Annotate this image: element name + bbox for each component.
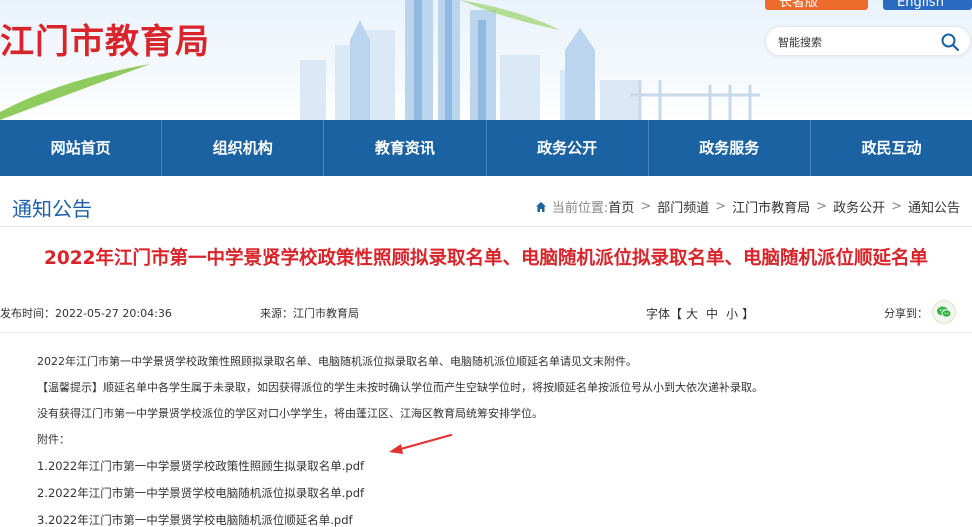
attachments-label: 附件： — [37, 433, 70, 446]
font-size-medium[interactable]: 中 — [706, 307, 718, 321]
red-arrow-annotation — [389, 433, 453, 454]
nav-item-government-affairs[interactable]: 政务公开 — [487, 120, 649, 176]
search-icon — [941, 33, 960, 52]
attachment-link-2[interactable]: 2.2022年江门市第一中学景贤学校电脑随机派位拟录取名单.pdf — [37, 486, 364, 500]
nav-item-home[interactable]: 网站首页 — [0, 120, 163, 176]
breadcrumb-label: 当前位置: — [551, 201, 609, 216]
breadcrumb-notices[interactable]: 通知公告 — [908, 197, 960, 216]
paragraph-arrangement: 没有获得江门市第一中学景贤学校派位的学区对口小学学生，将由蓬江区、江海区教育局统… — [37, 407, 543, 420]
home-icon — [535, 201, 546, 212]
article-title: 2022年江门市第一中学景贤学校政策性照顾拟录取名单、电脑随机派位拟录取名单、电… — [44, 248, 928, 269]
breadcrumb: 当前位置: 首页 > 部门频道 > 江门市教育局 > 政务公开 > 通知公告 — [535, 197, 960, 216]
section-divider — [0, 226, 972, 227]
english-version-button[interactable]: English — [883, 0, 972, 10]
breadcrumb-separator: > — [640, 199, 652, 214]
breadcrumb-bureau[interactable]: 江门市教育局 — [732, 197, 810, 216]
attachment-link-1[interactable]: 1.2022年江门市第一中学景贤学校政策性照顾生拟录取名单.pdf — [37, 459, 364, 473]
search-input[interactable] — [778, 32, 938, 52]
publish-date: 发布时间：2022-05-27 20:04:36 — [0, 307, 172, 320]
wechat-share-button[interactable] — [932, 300, 956, 324]
font-size-label-close: 】 — [742, 307, 755, 321]
share-label: 分享到： — [884, 307, 928, 320]
article-body: 2022年江门市第一中学景贤学校政策性照顾拟录取名单、电脑随机派位拟录取名单、电… — [37, 349, 937, 527]
breadcrumb-separator: > — [816, 199, 828, 214]
meta-divider — [0, 332, 972, 333]
breadcrumb-home[interactable]: 首页 — [608, 197, 634, 216]
article-meta: 发布时间：2022-05-27 20:04:36 来源：江门市教育局 字体【大中… — [0, 298, 972, 332]
attachment-link-3[interactable]: 3.2022年江门市第一中学景贤学校电脑随机派位顺延名单.pdf — [37, 513, 353, 527]
nav-item-education-news[interactable]: 教育资讯 — [324, 120, 487, 176]
wechat-icon — [937, 306, 952, 318]
site-header: 江门市教育局 长者版 English — [0, 0, 972, 120]
breadcrumb-department[interactable]: 部门频道 — [657, 197, 709, 216]
paragraph-notice: 【温馨提示】顺延名单中各学生属于未录取，如因获得派位的学生未按时确认学位而产生空… — [37, 381, 763, 394]
nav-item-public-interaction[interactable]: 政民互动 — [811, 120, 972, 176]
breadcrumb-separator: > — [891, 199, 902, 214]
breadcrumb-affairs[interactable]: 政务公开 — [833, 197, 885, 216]
elder-version-button[interactable]: 长者版 — [765, 0, 868, 10]
breadcrumb-separator: > — [715, 199, 727, 214]
article-source: 来源：江门市教育局 — [260, 307, 359, 320]
search-button[interactable] — [940, 32, 960, 52]
paragraph-intro: 2022年江门市第一中学景贤学校政策性照顾拟录取名单、电脑随机派位拟录取名单、电… — [37, 355, 637, 368]
font-size-small[interactable]: 小 — [726, 307, 738, 321]
font-size-large[interactable]: 大 — [686, 307, 698, 321]
main-nav: 网站首页 组织机构 教育资讯 政务公开 政务服务 政民互动 — [0, 120, 972, 176]
site-title: 江门市教育局 — [0, 22, 210, 62]
section-title: 通知公告 — [12, 197, 92, 221]
font-size-control: 字体【大中小】 — [646, 305, 754, 322]
nav-item-government-services[interactable]: 政务服务 — [649, 120, 811, 176]
search-box — [765, 26, 971, 56]
font-size-label-open: 字体【 — [646, 307, 683, 321]
nav-item-organization[interactable]: 组织机构 — [162, 120, 325, 176]
